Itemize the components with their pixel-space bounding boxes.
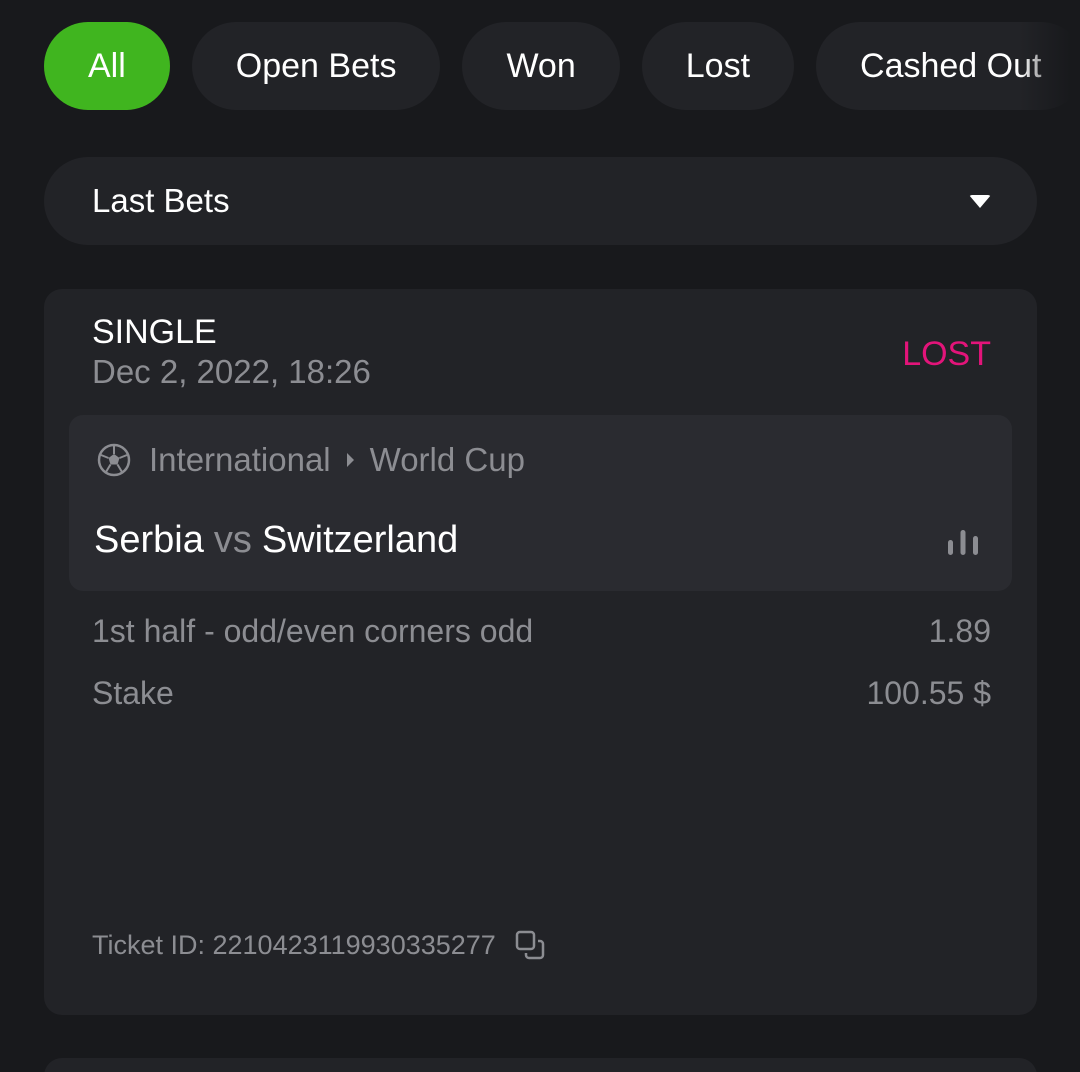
tab-all[interactable]: All — [44, 22, 170, 110]
bet-date: Dec 2, 2022, 18:26 — [92, 353, 371, 390]
tab-lost[interactable]: Lost — [641, 22, 795, 110]
tab-open-bets[interactable]: Open Bets — [191, 22, 441, 110]
away-team: Switzerland — [261, 519, 459, 561]
bet-history-page: All Open Bets Won Lost Cashed Out Last B… — [0, 0, 1080, 1072]
status-badge: LOST — [902, 335, 991, 373]
league-breadcrumb: International World Cup — [97, 441, 525, 479]
bet-card-next[interactable] — [44, 1058, 1037, 1072]
event-box[interactable]: International World Cup Serbia vs Switzerl… — [69, 415, 1012, 591]
ticket-id: Ticket ID: 2210423119930335277 — [92, 929, 496, 960]
stake-label: Stake — [92, 675, 174, 711]
period-dropdown-label: Last Bets — [92, 182, 230, 219]
event-league: World Cup — [369, 441, 525, 478]
stats-bars-icon[interactable] — [946, 527, 980, 557]
vs-label: vs — [213, 519, 252, 561]
stake-value: 100.55 $ — [866, 675, 991, 711]
market-name: 1st half - odd/even corners odd — [92, 613, 534, 649]
market-row: 1st half - odd/even corners odd 1.89 — [92, 613, 991, 650]
bet-type: SINGLE — [92, 313, 217, 351]
copy-icon[interactable] — [514, 929, 546, 961]
match-title: Serbia vs Switzerland — [94, 519, 458, 562]
event-category: International — [149, 441, 331, 478]
ticket-id-row: Ticket ID: 2210423119930335277 — [92, 929, 546, 961]
bet-card[interactable]: SINGLE Dec 2, 2022, 18:26 LOST Internati… — [44, 289, 1037, 1015]
period-dropdown[interactable]: Last Bets — [44, 157, 1037, 245]
tab-cashed-out[interactable]: Cashed Out — [816, 22, 1080, 110]
stake-row: Stake 100.55 $ — [92, 675, 991, 712]
chevron-right-icon — [346, 453, 354, 467]
caret-down-icon — [969, 194, 991, 208]
filter-tabs: All Open Bets Won Lost Cashed Out — [44, 22, 1080, 110]
odds-value: 1.89 — [928, 613, 991, 649]
soccer-ball-icon — [97, 443, 131, 477]
tab-won[interactable]: Won — [462, 22, 620, 110]
home-team: Serbia — [94, 519, 204, 561]
